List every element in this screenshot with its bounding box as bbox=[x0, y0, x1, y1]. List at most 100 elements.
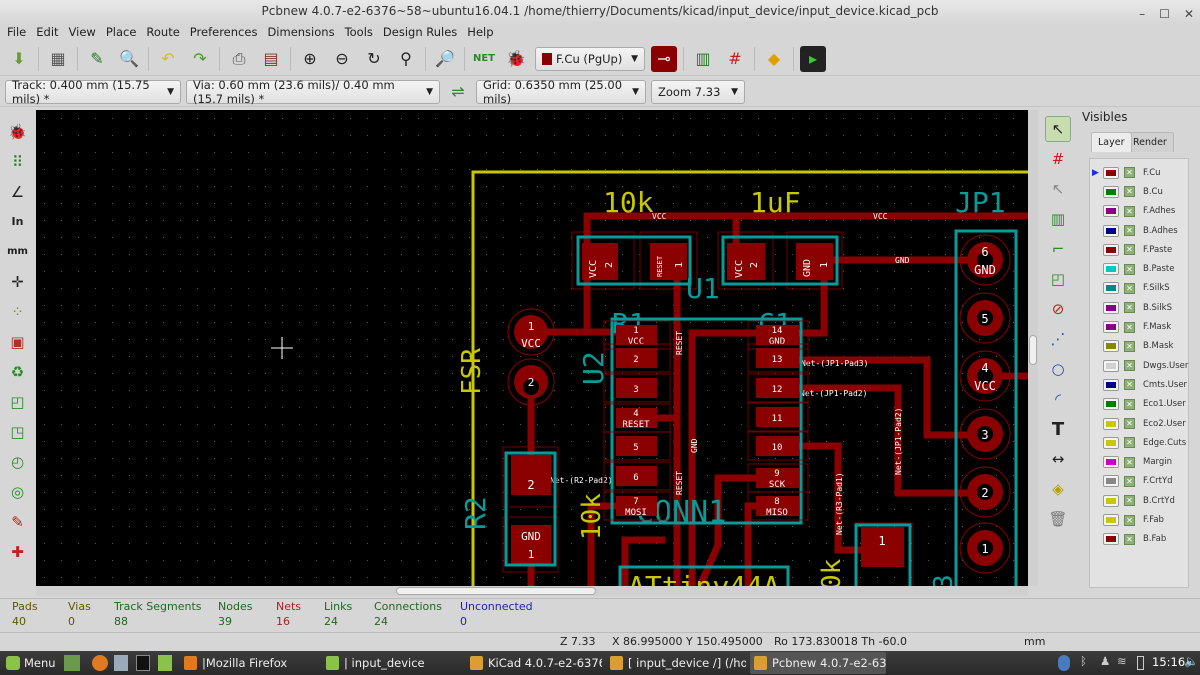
layer-color-button[interactable] bbox=[1103, 205, 1119, 218]
layer-row-b-mask[interactable]: ✕ B.Mask bbox=[1090, 337, 1190, 356]
layer-row-f-crtyd[interactable]: ✕ F.CrtYd bbox=[1090, 472, 1190, 491]
plot-icon[interactable]: ▤ bbox=[258, 46, 284, 72]
clock[interactable]: 15:16 bbox=[1152, 655, 1185, 669]
units-mm-icon[interactable]: mm bbox=[5, 238, 31, 265]
wifi-icon[interactable]: ≋ bbox=[1117, 654, 1127, 668]
track-width-select[interactable]: Track: 0.400 mm (15.75 mils) * ▼ bbox=[5, 78, 181, 106]
grid-toggle-icon[interactable]: ⠿ bbox=[5, 148, 31, 175]
auto-delete-track-icon[interactable]: ♻ bbox=[5, 358, 31, 385]
units-inch-icon[interactable]: In bbox=[5, 208, 31, 235]
layer-row-b-adhes[interactable]: ✕ B.Adhes bbox=[1090, 221, 1190, 240]
local-ratsnest-icon[interactable]: ↖ bbox=[1045, 176, 1071, 202]
taskbar-item[interactable]: KiCad 4.0.7-e2-6376... bbox=[466, 652, 602, 674]
layer-row-eco2-user[interactable]: ✕ Eco2.User bbox=[1090, 414, 1190, 433]
layer-color-button[interactable] bbox=[1103, 166, 1119, 179]
add-text-icon[interactable]: T bbox=[1045, 416, 1071, 442]
layer-row-b-cu[interactable]: ✕ B.Cu bbox=[1090, 182, 1190, 201]
visibility-checkbox[interactable]: ✕ bbox=[1124, 263, 1135, 275]
taskbar-item[interactable]: | input_device bbox=[322, 652, 462, 674]
undo-icon[interactable]: ↶ bbox=[155, 46, 181, 72]
zoom-in-icon[interactable]: ⊕ bbox=[297, 46, 323, 72]
layer-color-button[interactable] bbox=[1103, 514, 1119, 527]
layer-color-button[interactable] bbox=[1103, 378, 1119, 391]
polar-coords-icon[interactable]: ∠ bbox=[5, 178, 31, 205]
layer-color-button[interactable] bbox=[1103, 417, 1119, 430]
layer-row-dwgs-user[interactable]: ✕ Dwgs.User bbox=[1090, 356, 1190, 375]
zoom-out-icon[interactable]: ⊖ bbox=[329, 46, 355, 72]
zoom-fit-icon[interactable]: ⚲ bbox=[393, 46, 419, 72]
bluetooth-icon[interactable]: ᛒ bbox=[1080, 654, 1087, 668]
layer-color-button[interactable] bbox=[1103, 282, 1119, 295]
user-icon[interactable]: ♟ bbox=[1100, 654, 1110, 668]
menu-view[interactable]: View bbox=[64, 22, 101, 42]
tab-render[interactable]: Render bbox=[1126, 132, 1174, 152]
visibility-checkbox[interactable]: ✕ bbox=[1124, 244, 1135, 256]
layer-color-button[interactable] bbox=[1103, 436, 1119, 449]
route-track-icon[interactable]: ⌐ bbox=[1045, 236, 1071, 262]
tab-layer[interactable]: Layer bbox=[1091, 132, 1132, 152]
zone-outline-icon[interactable]: ◳ bbox=[5, 418, 31, 445]
layer-color-button[interactable] bbox=[1103, 263, 1119, 276]
visibility-checkbox[interactable]: ✕ bbox=[1124, 321, 1135, 333]
save-icon[interactable]: ⬇ bbox=[6, 46, 32, 72]
layer-row-cmts-user[interactable]: ✕ Cmts.User bbox=[1090, 375, 1190, 394]
menu-file[interactable]: File bbox=[2, 22, 31, 42]
layer-color-button[interactable] bbox=[1103, 494, 1119, 507]
layer-color-button[interactable] bbox=[1103, 359, 1119, 372]
drc-off-icon[interactable]: 🐞 bbox=[5, 118, 31, 145]
visibility-checkbox[interactable]: ✕ bbox=[1124, 167, 1135, 179]
redraw-icon[interactable]: ↻ bbox=[361, 46, 387, 72]
visibility-checkbox[interactable]: ✕ bbox=[1124, 340, 1135, 352]
menu-route[interactable]: Route bbox=[141, 22, 184, 42]
horizontal-scrollbar[interactable] bbox=[36, 586, 1028, 596]
layer-row-f-fab[interactable]: ✕ F.Fab bbox=[1090, 510, 1190, 529]
terminal-launcher-icon[interactable] bbox=[136, 655, 150, 671]
auto-track-width-icon[interactable]: ⇌ bbox=[445, 79, 471, 105]
layer-color-button[interactable] bbox=[1103, 301, 1119, 314]
print-icon[interactable]: ⎙ bbox=[226, 46, 252, 72]
menu-design-rules[interactable]: Design Rules bbox=[378, 22, 462, 42]
via-sketch-icon[interactable]: ◎ bbox=[5, 478, 31, 505]
taskbar-item[interactable]: [ input_device /] (/ho... bbox=[606, 652, 746, 674]
scrollbar-thumb[interactable] bbox=[1029, 335, 1037, 365]
footprint-editor-icon[interactable]: ✎ bbox=[84, 46, 110, 72]
start-menu-button[interactable]: Menu bbox=[4, 652, 56, 674]
vertical-scrollbar[interactable] bbox=[1028, 110, 1038, 586]
cursor-shape-icon[interactable]: ✛ bbox=[5, 268, 31, 295]
add-dimension-icon[interactable]: ↔ bbox=[1045, 446, 1071, 472]
layer-alignment-target-icon[interactable]: ◈ bbox=[1045, 476, 1071, 502]
select-arrow-icon[interactable]: ↖ bbox=[1045, 116, 1071, 142]
visibility-checkbox[interactable]: ✕ bbox=[1124, 437, 1135, 449]
redo-icon[interactable]: ↷ bbox=[187, 46, 213, 72]
scripting-console-icon[interactable]: ▸ bbox=[800, 45, 826, 72]
grid-select[interactable]: Grid: 0.6350 mm (25.00 mils) ▼ bbox=[476, 78, 646, 106]
drc-ladybug-icon[interactable]: 🐞 bbox=[503, 46, 529, 72]
delete-icon[interactable]: 🗑 bbox=[1045, 506, 1071, 532]
layer-color-button[interactable] bbox=[1103, 321, 1119, 334]
layer-row-f-paste[interactable]: ✕ F.Paste bbox=[1090, 240, 1190, 259]
add-arc-icon[interactable]: ◜ bbox=[1045, 386, 1071, 412]
visibility-checkbox[interactable]: ✕ bbox=[1124, 398, 1135, 410]
highlight-net-icon[interactable]: # bbox=[1045, 146, 1071, 172]
layer-row-b-silks[interactable]: ✕ B.SilkS bbox=[1090, 298, 1190, 317]
visibility-checkbox[interactable]: ✕ bbox=[1124, 495, 1135, 507]
add-zone-icon[interactable]: ◰ bbox=[1045, 266, 1071, 292]
layer-row-f-mask[interactable]: ✕ F.Mask bbox=[1090, 317, 1190, 336]
keepout-area-icon[interactable]: ⊘ bbox=[1045, 296, 1071, 322]
visibility-checkbox[interactable]: ✕ bbox=[1124, 282, 1135, 294]
scrollbar-thumb[interactable] bbox=[396, 587, 596, 595]
layer-color-button[interactable] bbox=[1103, 340, 1119, 353]
menu-dimensions[interactable]: Dimensions bbox=[262, 22, 339, 42]
layer-color-button[interactable] bbox=[1103, 185, 1119, 198]
layer-pair-icon[interactable]: ⊸ bbox=[651, 45, 677, 72]
visibility-checkbox[interactable]: ✕ bbox=[1124, 475, 1135, 487]
visibility-checkbox[interactable]: ✕ bbox=[1124, 533, 1135, 545]
menu-tools[interactable]: Tools bbox=[340, 22, 378, 42]
visibility-checkbox[interactable]: ✕ bbox=[1124, 302, 1135, 314]
visibility-checkbox[interactable]: ✕ bbox=[1124, 418, 1135, 430]
layer-row-eco1-user[interactable]: ✕ Eco1.User bbox=[1090, 395, 1190, 414]
high-contrast-icon[interactable]: ✚ bbox=[5, 538, 31, 565]
menu-help[interactable]: Help bbox=[462, 22, 498, 42]
add-line-icon[interactable]: ⋰ bbox=[1045, 326, 1071, 352]
layer-row-b-paste[interactable]: ✕ B.Paste bbox=[1090, 260, 1190, 279]
